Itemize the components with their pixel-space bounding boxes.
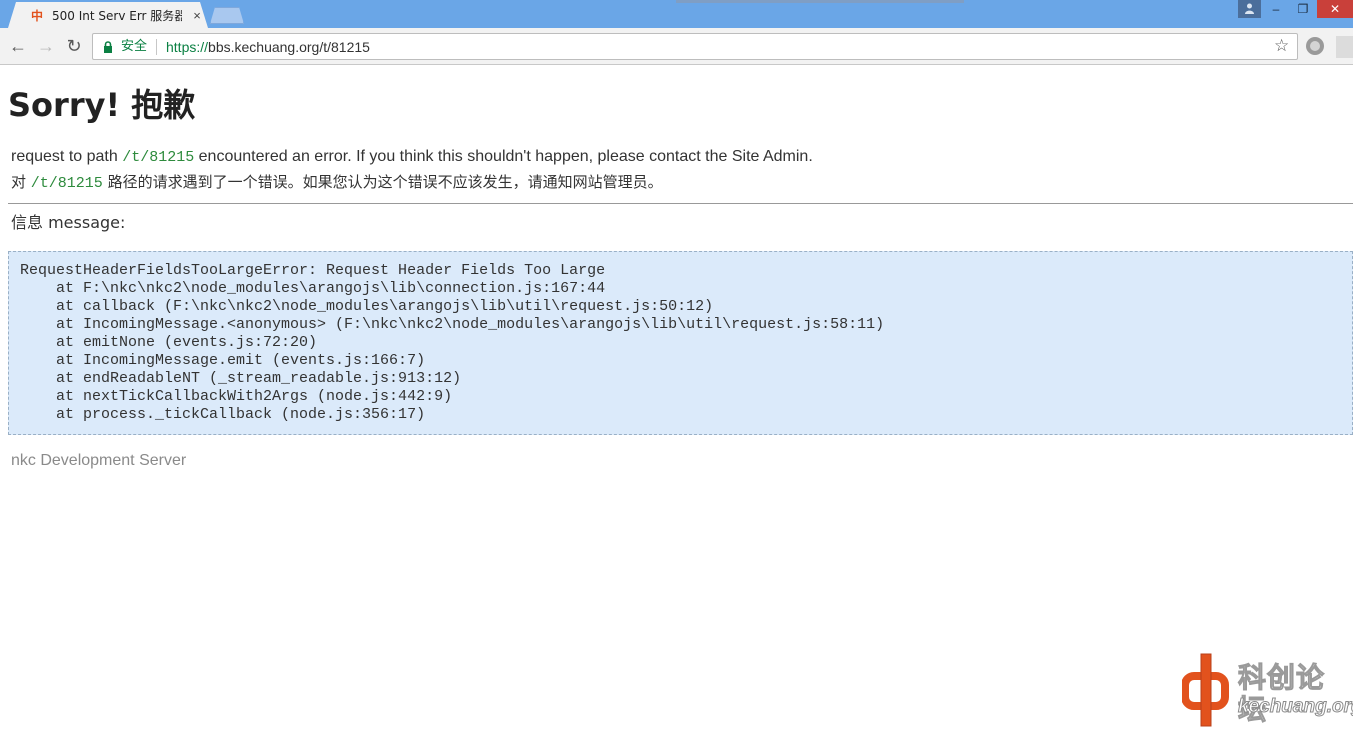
new-tab-icon[interactable] <box>210 7 244 24</box>
stack-line: at callback (F:\nkc\nkc2\node_modules\ar… <box>20 298 714 315</box>
lock-icon <box>104 41 112 53</box>
message-label: 信息 message: <box>11 213 126 232</box>
stack-line: at nextTickCallbackWith2Args (node.js:44… <box>20 388 453 405</box>
divider <box>8 203 1353 204</box>
tab-close-icon[interactable]: × <box>190 8 204 24</box>
window-close-button[interactable]: ✕ <box>1317 0 1353 18</box>
extension-globe-inner <box>1310 41 1320 51</box>
tab-title: 500 Int Serv Err 服务器 <box>52 9 182 23</box>
error-description-en: request to path /t/81215 encountered an … <box>11 147 813 168</box>
stack-line: at emitNone (events.js:72:20) <box>20 334 318 351</box>
stack-line: at IncomingMessage.emit (events.js:166:7… <box>20 352 426 369</box>
page-content: Sorry! 抱歉 request to path /t/81215 encou… <box>0 66 1353 737</box>
browser-menu-button[interactable] <box>1336 36 1353 58</box>
error-description-en-suffix: encountered an error. If you think this … <box>194 148 813 165</box>
url-text[interactable]: https://bbs.kechuang.org/t/81215 <box>166 39 370 55</box>
forward-arrow-icon[interactable]: → <box>36 36 56 56</box>
kechuang-logo-icon <box>1182 653 1229 727</box>
back-arrow-icon[interactable]: ← <box>8 36 28 56</box>
error-description-cn-suffix: 路径的请求遇到了一个错误。如果您认为这个错误不应该发生，请通知网站管理员。 <box>102 173 663 191</box>
url-scheme: https:// <box>166 39 209 55</box>
kechuang-favicon-icon: 中 <box>30 9 43 23</box>
server-footer: nkc Development Server <box>11 452 187 469</box>
page-title: Sorry! 抱歉 <box>8 86 196 124</box>
error-description-en-prefix: request to path <box>11 148 123 165</box>
address-divider <box>156 39 157 55</box>
secure-label: 安全 <box>121 39 148 54</box>
kechuang-watermark: 科创论坛 kechuang.org <box>1182 650 1353 730</box>
title-bar-overlay <box>676 0 964 3</box>
error-stack-box: RequestHeaderFieldsTooLargeError: Reques… <box>8 251 1353 435</box>
window-maximize-button[interactable]: ❐ <box>1290 0 1316 18</box>
watermark-en: kechuang.org <box>1238 696 1353 718</box>
stack-line: RequestHeaderFieldsTooLargeError: Reques… <box>20 262 606 279</box>
browser-toolbar: ← → ↻ 安全 https://bbs.kechuang.org/t/8121… <box>0 28 1353 65</box>
url-host: bbs.kechuang.org <box>208 39 320 55</box>
error-description-cn-prefix: 对 <box>11 173 31 191</box>
stack-line: at process._tickCallback (node.js:356:17… <box>20 406 426 423</box>
address-bar[interactable]: 安全 https://bbs.kechuang.org/t/81215 ☆ <box>92 33 1298 60</box>
request-path-cn: /t/81215 <box>30 175 103 192</box>
profile-button[interactable] <box>1238 0 1261 18</box>
error-description-cn: 对 /t/81215 路径的请求遇到了一个错误。如果您认为这个错误不应该发生，请… <box>11 172 663 194</box>
url-path: /t/81215 <box>319 39 370 55</box>
stack-line: at endReadableNT (_stream_readable.js:91… <box>20 370 462 387</box>
stack-line: at IncomingMessage.<anonymous> (F:\nkc\n… <box>20 316 885 333</box>
window-minimize-button[interactable]: ‒ <box>1263 0 1289 18</box>
user-icon <box>1245 3 1254 14</box>
bookmark-star-icon[interactable]: ☆ <box>1274 36 1289 56</box>
stack-line: at F:\nkc\nkc2\node_modules\arangojs\lib… <box>20 280 606 297</box>
extension-globe-icon[interactable] <box>1306 37 1324 55</box>
request-path-en: /t/81215 <box>122 149 195 166</box>
reload-icon[interactable]: ↻ <box>64 36 84 56</box>
browser-tab-active[interactable]: 中 500 Int Serv Err 服务器 × <box>8 2 208 28</box>
browser-title-bar: 中 500 Int Serv Err 服务器 × ‒ ❐ ✕ <box>0 0 1353 28</box>
